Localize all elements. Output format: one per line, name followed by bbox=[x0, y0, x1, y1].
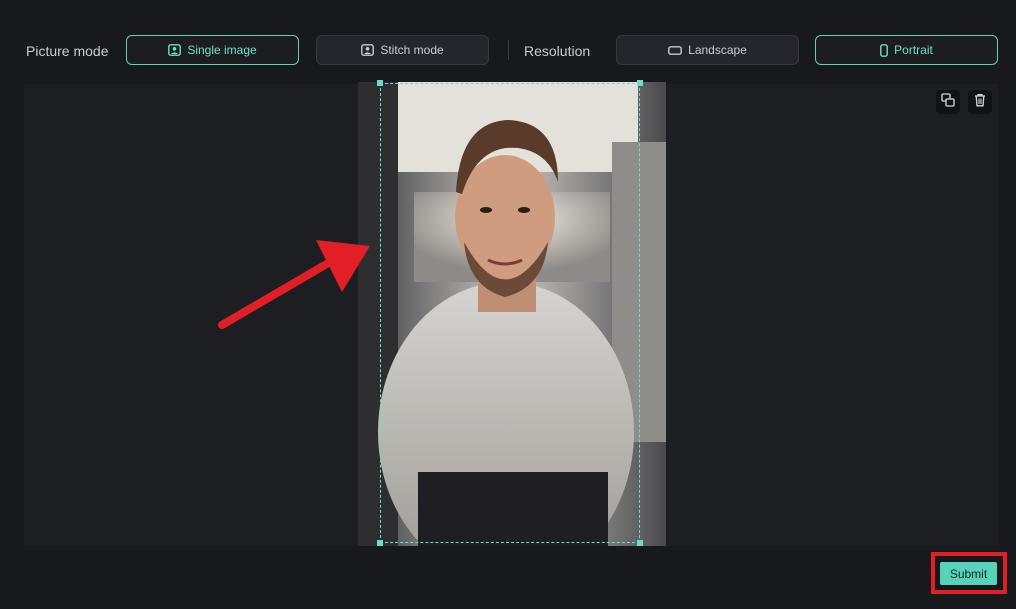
stitch-mode-label: Stitch mode bbox=[380, 43, 444, 57]
crop-handle-bottom-left[interactable] bbox=[377, 540, 383, 546]
portrait-button[interactable]: Portrait bbox=[815, 35, 998, 65]
replace-image-button[interactable] bbox=[936, 90, 960, 114]
toolbar: Picture mode Single image Stitch mode Re… bbox=[0, 0, 1016, 82]
toolbar-divider bbox=[508, 40, 509, 60]
crop-handle-bottom-right[interactable] bbox=[637, 540, 643, 546]
single-image-label: Single image bbox=[187, 43, 257, 57]
crop-frame[interactable] bbox=[380, 83, 640, 543]
landscape-label: Landscape bbox=[688, 43, 747, 57]
portrait-label: Portrait bbox=[894, 43, 933, 57]
crop-handle-top-right[interactable] bbox=[637, 80, 643, 86]
submit-button[interactable]: Submit bbox=[940, 562, 997, 585]
delete-button[interactable] bbox=[968, 90, 992, 114]
trash-icon bbox=[973, 93, 987, 112]
landscape-button[interactable]: Landscape bbox=[616, 35, 799, 65]
single-image-button[interactable]: Single image bbox=[126, 35, 299, 65]
picture-mode-label: Picture mode bbox=[26, 43, 109, 59]
stitch-mode-button[interactable]: Stitch mode bbox=[316, 35, 489, 65]
landscape-rect-icon bbox=[668, 45, 683, 55]
stitch-person-icon bbox=[361, 44, 375, 56]
image-person-icon bbox=[168, 44, 182, 56]
portrait-rect-icon bbox=[880, 43, 889, 57]
crop-handle-top-left[interactable] bbox=[377, 80, 383, 86]
resolution-label: Resolution bbox=[524, 43, 591, 59]
replace-image-icon bbox=[941, 92, 955, 112]
